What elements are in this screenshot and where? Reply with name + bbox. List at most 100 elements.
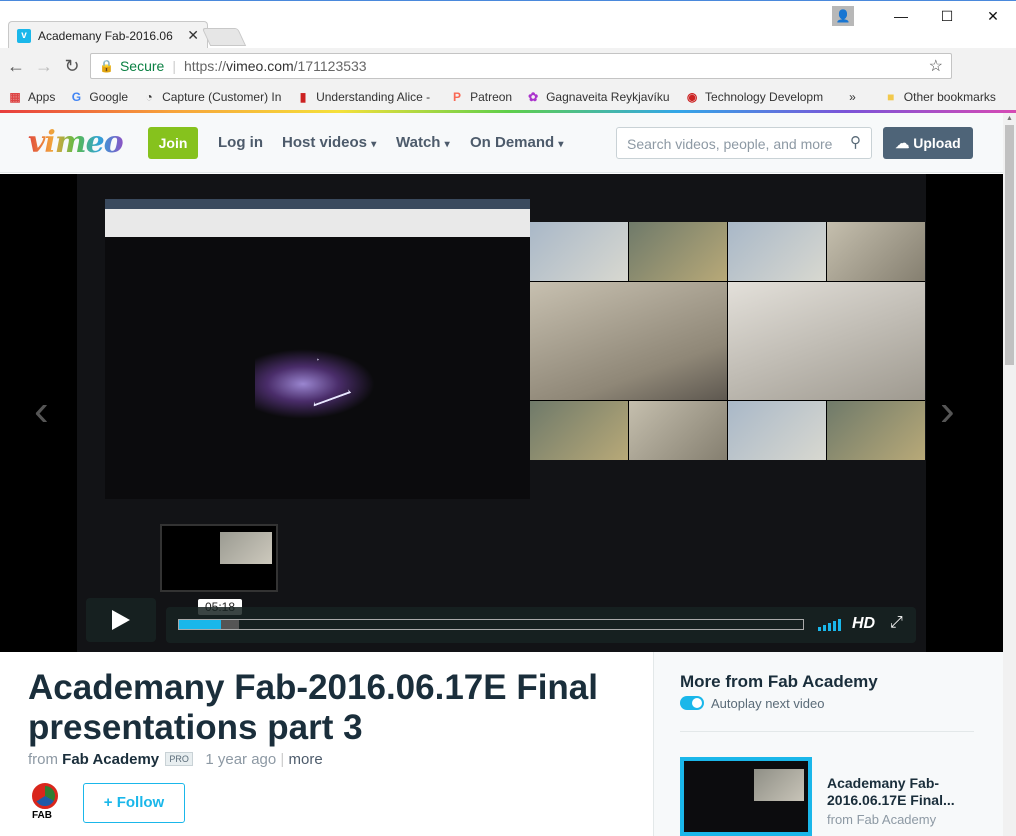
upload-button[interactable]: ☁ Upload [883, 127, 973, 159]
bookmarks-overflow-icon[interactable]: » [849, 90, 856, 104]
address-bar[interactable]: 🔒 Secure | https://vimeo.com/171123533 ☆ [90, 53, 952, 79]
more-from-sidebar: More from Fab Academy Autoplay next vide… [653, 652, 1003, 836]
new-tab-button[interactable] [201, 28, 247, 46]
join-button[interactable]: Join [148, 127, 198, 159]
bookmark-alice[interactable]: ▮ Understanding Alice - [296, 90, 436, 104]
fullscreen-icon[interactable]: ⤢ [890, 614, 903, 632]
chevron-down-icon: ▾ [558, 139, 564, 150]
eye-icon: ◉ [686, 90, 698, 104]
video-projection-glow [255, 349, 375, 419]
bookmark-label: Google [89, 90, 129, 104]
next-video-arrow-icon[interactable]: › [940, 386, 955, 436]
more-link[interactable]: more [289, 751, 323, 768]
lock-icon: 🔒 [99, 59, 114, 73]
maximize-icon[interactable]: ☐ [924, 8, 970, 25]
page-scrollbar[interactable]: ▲ [1003, 113, 1016, 836]
vimeo-header: vimeo Join Log in Host videos ▾ Watch ▾ … [0, 113, 1003, 173]
secure-label: Secure [119, 58, 165, 74]
url-text: https://vimeo.com/171123533 [184, 58, 367, 74]
preview-grid [220, 532, 272, 564]
window-controls: 👤 — ☐ ✕ [832, 1, 1016, 31]
bookmark-icon: ▮ [299, 90, 307, 104]
bookmarks-bar: ▦ Apps G Google ◔ Capture (Customer) In ▮ Un… [0, 84, 1016, 110]
sidebar-heading: More from Fab Academy [680, 672, 878, 691]
bookmark-label: Technology Developm [705, 90, 824, 104]
tab-close-icon[interactable]: ✕ [187, 27, 199, 44]
video-player[interactable]: ‹ › 05:18 HD ⤢ [0, 174, 1003, 652]
bookmark-label: Capture (Customer) In [162, 90, 282, 104]
address-toolbar: ← → ↻ 🔒 Secure | https://vimeo.com/17112… [0, 48, 1016, 123]
thumbnail-grid [754, 769, 804, 801]
search-icon[interactable]: ⚲ [850, 133, 861, 151]
play-button[interactable] [86, 598, 156, 642]
bookmark-label: Understanding Alice - [316, 90, 431, 104]
folder-icon: ■ [887, 90, 895, 104]
on-demand-menu[interactable]: On Demand ▾ [470, 134, 563, 151]
url-scheme: https:// [183, 58, 226, 74]
autoplay-label: Autoplay next video [711, 696, 825, 711]
video-desktop-bar [105, 199, 530, 209]
back-icon[interactable]: ← [2, 56, 30, 77]
host-videos-menu[interactable]: Host videos ▾ [282, 134, 376, 151]
bookmark-patreon[interactable]: P Patreon [450, 90, 512, 104]
play-icon [112, 610, 130, 630]
bookmark-google[interactable]: G Google [69, 90, 128, 104]
bookmark-gagnaveita[interactable]: ✿ Gagnaveita Reykjavíku [526, 90, 671, 104]
bookmark-label: Apps [28, 90, 56, 104]
chevron-down-icon: ▾ [371, 139, 377, 150]
close-window-icon[interactable]: ✕ [970, 8, 1016, 25]
vimeo-favicon-icon: v [17, 28, 31, 43]
bookmark-label: Gagnaveita Reykjavíku [546, 90, 670, 104]
cloud-upload-icon: ☁ [895, 135, 910, 151]
progress-played [179, 620, 221, 629]
video-cell [827, 401, 925, 460]
upload-label: Upload [913, 135, 961, 151]
other-bookmarks[interactable]: ■ Other bookmarks [884, 90, 996, 104]
video-meta: from Fab Academy PRO 1 year ago | more [28, 751, 323, 768]
login-link[interactable]: Log in [218, 134, 263, 151]
patreon-icon: P [453, 90, 462, 104]
next-video-title[interactable]: Academany Fab-2016.06.17E Final... [827, 775, 977, 809]
scroll-up-icon[interactable]: ▲ [1006, 115, 1013, 122]
follow-button[interactable]: + Follow [83, 783, 185, 823]
avatar-text: FAB [32, 810, 52, 821]
bookmark-technology[interactable]: ◉ Technology Developm [685, 90, 823, 104]
next-video-thumbnail[interactable] [680, 757, 812, 836]
autoplay-toggle[interactable] [680, 696, 704, 710]
url-host: vimeo.com [225, 58, 294, 74]
channel-avatar[interactable]: FAB [32, 783, 64, 825]
scrub-preview-thumbnail [160, 524, 278, 592]
video-cell [728, 401, 826, 460]
apps-grid-icon: ▦ [9, 90, 21, 104]
divider [680, 731, 974, 732]
tab-title: Academany Fab-2016.06 [38, 28, 173, 43]
bookmark-apps[interactable]: ▦ Apps [8, 90, 55, 104]
next-video-channel[interactable]: from Fab Academy [827, 812, 936, 827]
hd-toggle[interactable]: HD [852, 615, 875, 633]
video-conference-grid [530, 222, 925, 460]
video-title: Academany Fab-2016.06.17E Final presenta… [28, 668, 598, 747]
bookmark-star-icon[interactable]: ☆ [929, 56, 943, 76]
browser-tab[interactable]: v Academany Fab-2016.06 ✕ [8, 21, 208, 49]
follow-label: Follow [116, 794, 165, 811]
channel-link[interactable]: Fab Academy [62, 751, 159, 768]
host-videos-label: Host videos [282, 134, 368, 151]
pro-badge: PRO [165, 752, 193, 766]
user-profile-icon[interactable]: 👤 [832, 6, 854, 26]
forward-icon[interactable]: → [30, 56, 58, 77]
plus-icon: + [103, 794, 113, 811]
other-bookmarks-label: Other bookmarks [903, 90, 996, 104]
minimize-icon[interactable]: — [878, 8, 924, 24]
reload-icon[interactable]: ↻ [58, 56, 86, 77]
fab-logo-icon [32, 783, 58, 809]
watch-menu[interactable]: Watch ▾ [396, 134, 450, 151]
previous-video-arrow-icon[interactable]: ‹ [34, 386, 49, 436]
thumbnail-image [684, 761, 808, 832]
scrollbar-thumb[interactable] [1005, 125, 1014, 365]
vimeo-logo[interactable]: vimeo [28, 125, 124, 160]
progress-track[interactable] [178, 619, 804, 630]
volume-icon[interactable] [818, 619, 841, 631]
video-screen-share [105, 199, 530, 499]
search-input[interactable]: Search videos, people, and more ⚲ [616, 127, 872, 159]
bookmark-capture[interactable]: ◔ Capture (Customer) In [142, 90, 282, 104]
